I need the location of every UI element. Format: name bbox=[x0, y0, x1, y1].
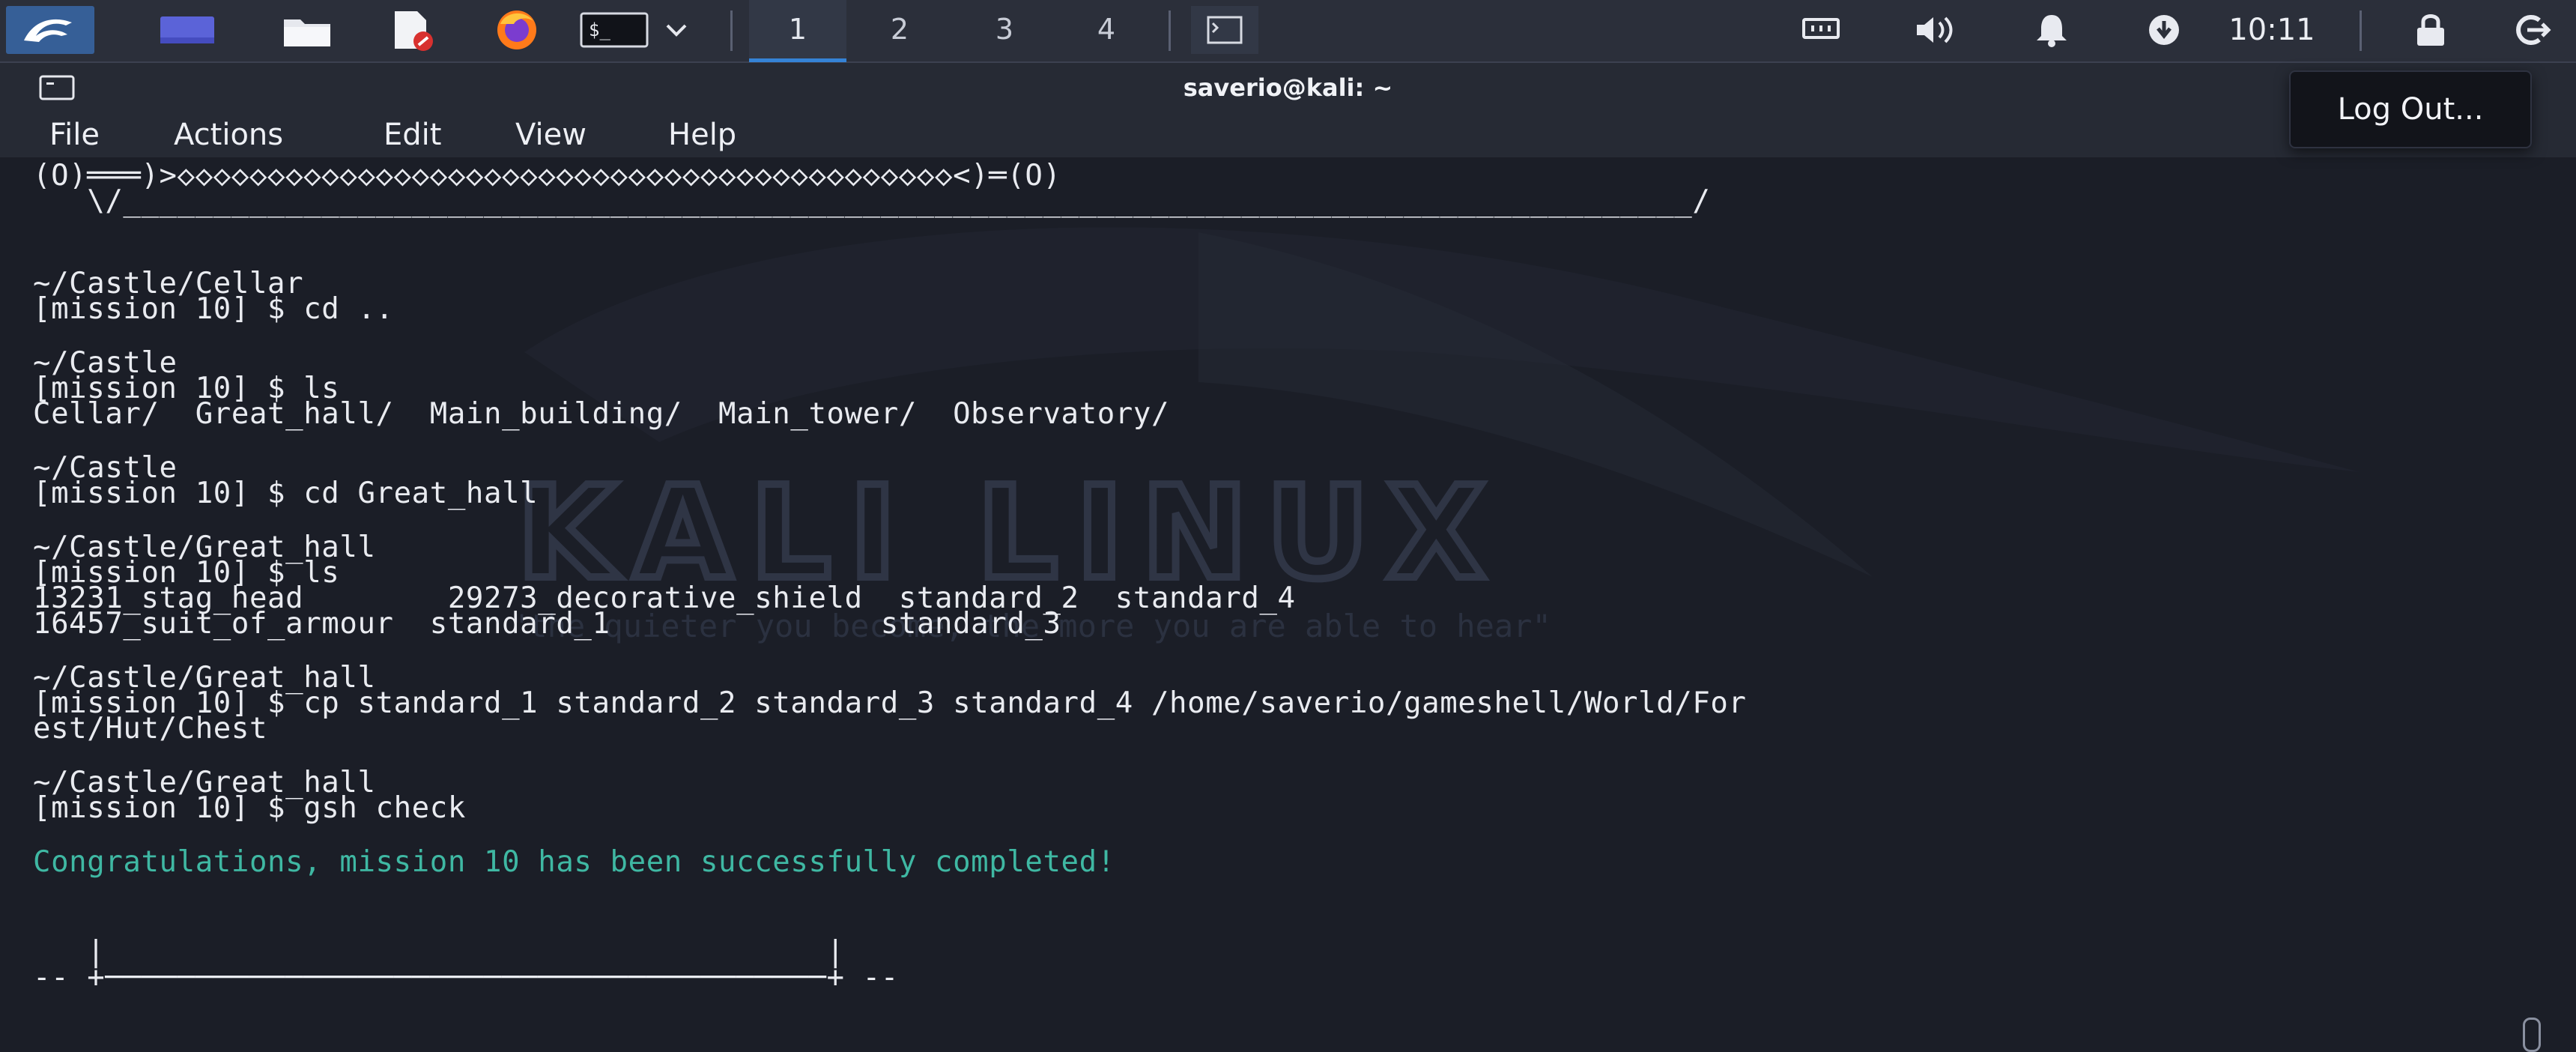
svg-text:$_: $_ bbox=[589, 19, 610, 40]
kali-menu-button[interactable] bbox=[6, 6, 94, 54]
menu-edit[interactable]: Edit bbox=[384, 112, 441, 157]
firefox-button[interactable] bbox=[479, 6, 554, 54]
file-manager-button[interactable] bbox=[270, 6, 345, 54]
launcher-dropdown[interactable] bbox=[658, 6, 695, 54]
top-panel: $_ 1 2 3 4 10:11 bbox=[0, 0, 2576, 63]
panel-separator bbox=[730, 10, 733, 51]
scrollbar-thumb[interactable] bbox=[2523, 1018, 2541, 1052]
terminal-line: -- +────────────────────────────────────… bbox=[33, 961, 899, 994]
notifications-button[interactable] bbox=[2025, 7, 2078, 52]
lock-screen-button[interactable] bbox=[2404, 7, 2457, 52]
menu-file[interactable]: File bbox=[49, 112, 100, 157]
volume-icon bbox=[1917, 16, 1953, 43]
workspace-3[interactable]: 3 bbox=[956, 0, 1053, 58]
menu-help[interactable]: Help bbox=[668, 112, 736, 157]
logout-button[interactable] bbox=[2502, 7, 2562, 52]
network-status[interactable] bbox=[1795, 7, 1847, 52]
show-desktop-button[interactable] bbox=[150, 6, 225, 54]
workspace-4[interactable]: 4 bbox=[1058, 0, 1155, 58]
folder-icon bbox=[284, 19, 330, 46]
ethernet-icon bbox=[1802, 18, 1840, 39]
panel-separator bbox=[2360, 10, 2362, 51]
terminal-line: est/Hut/Chest bbox=[33, 712, 268, 746]
panel-separator bbox=[1169, 10, 1171, 51]
window-title: saverio@kali: ~ bbox=[1183, 73, 1393, 102]
volume-control[interactable] bbox=[1910, 7, 1963, 52]
terminal-line: [mission 10] $ cd Great_hall bbox=[33, 477, 539, 510]
menu-view[interactable]: View bbox=[515, 112, 587, 157]
banner-bottom: \/______________________________________… bbox=[33, 184, 1711, 218]
success-message: Congratulations, mission 10 has been suc… bbox=[33, 845, 1115, 879]
update-icon bbox=[2149, 15, 2179, 45]
window-titlebar[interactable]: saverio@kali: ~ bbox=[0, 63, 2576, 112]
terminal-line: [mission 10] $ cd .. bbox=[33, 292, 394, 326]
menu-actions[interactable]: Actions bbox=[174, 112, 283, 157]
kali-dragon-icon bbox=[24, 19, 72, 42]
terminal-output[interactable]: KALI LINUX "the quieter you become, the … bbox=[0, 157, 2576, 1006]
text-editor-icon bbox=[395, 11, 433, 51]
terminal-line: [mission 10] $ cp standard_1 standard_2 … bbox=[33, 686, 1747, 720]
menu-bar: File Actions Edit View Help bbox=[0, 112, 2576, 157]
chevron-down-icon bbox=[666, 24, 687, 37]
lock-icon bbox=[2417, 14, 2444, 46]
clock[interactable]: 10:11 bbox=[2216, 7, 2328, 52]
taskbar-terminal-window[interactable] bbox=[1191, 6, 1258, 54]
terminal-window-icon bbox=[1207, 16, 1243, 44]
terminal-line: [mission 10] $ gsh check bbox=[33, 791, 466, 825]
logout-icon bbox=[2516, 15, 2551, 45]
terminal-launcher-button[interactable]: $_ bbox=[578, 6, 650, 54]
terminal-line: 16457_suit_of_armour standard_1 standard… bbox=[33, 607, 1061, 641]
terminal-window: saverio@kali: ~ File Actions Edit View H… bbox=[0, 63, 2576, 1052]
terminal-line: Cellar/ Great_hall/ Main_building/ Main_… bbox=[33, 397, 1170, 431]
workspace-2[interactable]: 2 bbox=[851, 0, 948, 58]
text-editor-button[interactable] bbox=[375, 6, 449, 54]
workspace-1[interactable]: 1 bbox=[749, 0, 846, 62]
update-indicator[interactable] bbox=[2138, 7, 2190, 52]
desktop-icon bbox=[160, 16, 214, 43]
bell-icon bbox=[2037, 15, 2067, 47]
firefox-icon bbox=[497, 10, 536, 49]
terminal-icon: $_ bbox=[580, 12, 649, 48]
logout-tooltip: Log Out... bbox=[2289, 70, 2532, 148]
